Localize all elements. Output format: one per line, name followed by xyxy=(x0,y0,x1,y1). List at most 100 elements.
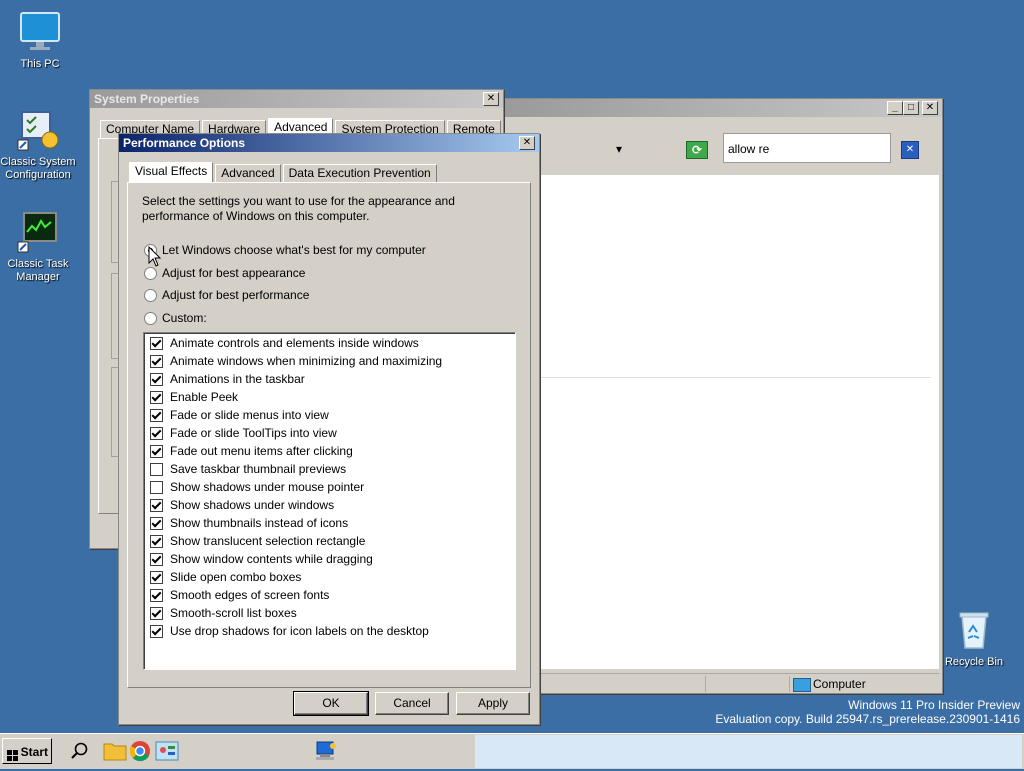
effect-label: Use drop shadows for icon labels on the … xyxy=(170,624,429,638)
effect-enable-peek[interactable]: Enable Peek xyxy=(150,388,238,406)
checkbox[interactable] xyxy=(150,372,163,386)
checkbox[interactable] xyxy=(150,390,163,404)
effect-label: Show window contents while dragging xyxy=(170,552,373,566)
checkbox[interactable] xyxy=(150,606,163,620)
performance-tabs: Visual Effects Advanced Data Execution P… xyxy=(129,162,439,184)
checkbox[interactable] xyxy=(150,516,163,530)
explorer-window: _ □ ✕ ▾ ⟳ allow re ✕ Computer xyxy=(500,98,943,694)
effect-slide-combo-boxes[interactable]: Slide open combo boxes xyxy=(150,568,301,586)
tab-advanced[interactable]: Advanced xyxy=(215,164,281,182)
close-button[interactable]: ✕ xyxy=(483,92,499,106)
effect-label: Animate controls and elements inside win… xyxy=(170,336,419,350)
desktop-icon-this-pc[interactable]: This PC xyxy=(0,10,80,71)
effect-smooth-scroll[interactable]: Smooth-scroll list boxes xyxy=(150,604,297,622)
watermark-line-1: Windows 11 Pro Insider Preview xyxy=(848,698,1020,712)
checkbox[interactable] xyxy=(150,534,163,548)
effect-fade-menus[interactable]: Fade or slide menus into view xyxy=(150,406,329,424)
checkbox[interactable] xyxy=(150,570,163,584)
checkbox[interactable] xyxy=(150,462,163,476)
ok-button[interactable]: OK xyxy=(293,691,369,716)
effect-label: Show thumbnails instead of icons xyxy=(170,516,349,530)
explorer-content-area[interactable] xyxy=(537,175,939,669)
checkbox[interactable] xyxy=(150,408,163,422)
checkbox[interactable] xyxy=(150,498,163,512)
checkbox[interactable] xyxy=(150,588,163,602)
status-separator xyxy=(705,676,706,692)
system-properties-titlebar[interactable]: System Properties ✕ xyxy=(90,90,503,108)
radio-label: Custom: xyxy=(162,311,207,325)
checkbox[interactable] xyxy=(150,444,163,458)
effect-window-contents-dragging[interactable]: Show window contents while dragging xyxy=(150,550,373,568)
radio-best-appearance[interactable]: Adjust for best appearance xyxy=(144,265,305,281)
cancel-button[interactable]: Cancel xyxy=(375,692,449,715)
clear-search-button[interactable]: ✕ xyxy=(901,141,919,159)
effect-animate-controls[interactable]: Animate controls and elements inside win… xyxy=(150,334,419,352)
status-location: Computer xyxy=(813,677,866,691)
effect-taskbar-thumbnails[interactable]: Save taskbar thumbnail previews xyxy=(150,460,346,478)
watermark-line-2: Evaluation copy. Build 25947.rs_prerelea… xyxy=(715,712,1020,726)
window-title: Performance Options xyxy=(123,136,246,150)
effect-animate-windows[interactable]: Animate windows when minimizing and maxi… xyxy=(150,352,442,370)
system-properties-taskbar-icon[interactable] xyxy=(314,740,338,762)
checkbox[interactable] xyxy=(150,552,163,566)
desktop-icon-label: Recycle Bin xyxy=(944,656,1004,668)
apply-button[interactable]: Apply xyxy=(456,692,530,715)
desktop-icon-classic-system-configuration[interactable]: Classic System Configuration xyxy=(0,108,78,182)
checkbox[interactable] xyxy=(150,354,163,368)
search-input-value: allow re xyxy=(728,142,770,156)
radio-button[interactable] xyxy=(144,266,157,280)
refresh-button[interactable]: ⟳ xyxy=(686,141,708,159)
checkbox[interactable] xyxy=(150,426,163,440)
checkbox[interactable] xyxy=(150,336,163,350)
computer-icon xyxy=(793,678,811,692)
windows-logo-icon xyxy=(7,745,19,761)
radio-label: Adjust for best performance xyxy=(162,288,310,302)
radio-button[interactable] xyxy=(144,311,157,325)
effect-label: Slide open combo boxes xyxy=(170,570,302,584)
search-icon[interactable] xyxy=(70,741,90,761)
close-button[interactable]: ✕ xyxy=(519,136,535,150)
tab-data-execution-prevention[interactable]: Data Execution Prevention xyxy=(282,164,437,182)
recycle-bin-icon xyxy=(952,608,996,652)
effect-icon-label-shadows[interactable]: Use drop shadows for icon labels on the … xyxy=(150,622,429,640)
perf-description: Select the settings you want to use for … xyxy=(142,194,455,223)
effect-translucent-selection[interactable]: Show translucent selection rectangle xyxy=(150,532,365,550)
effect-window-shadows[interactable]: Show shadows under windows xyxy=(150,496,334,514)
effect-pointer-shadows[interactable]: Show shadows under mouse pointer xyxy=(150,478,364,496)
file-explorer-icon[interactable] xyxy=(103,741,127,761)
tab-visual-effects[interactable]: Visual Effects xyxy=(129,162,214,182)
explorer-titlebar[interactable]: _ □ ✕ xyxy=(501,99,942,117)
radio-label: Let Windows choose what's best for my co… xyxy=(162,243,426,257)
desktop-icon-classic-task-manager[interactable]: Classic Task Manager xyxy=(0,210,78,284)
control-panel-icon[interactable] xyxy=(155,741,179,761)
effect-fade-menu-items[interactable]: Fade out menu items after clicking xyxy=(150,442,353,460)
radio-best-performance[interactable]: Adjust for best performance xyxy=(144,287,309,303)
desktop-icon-label: This PC xyxy=(20,58,60,70)
effect-taskbar-animations[interactable]: Animations in the taskbar xyxy=(150,370,305,388)
radio-custom[interactable]: Custom: xyxy=(144,310,207,326)
monitor-icon xyxy=(18,10,62,54)
close-icon: ✕ xyxy=(905,144,915,155)
checkbox[interactable] xyxy=(150,624,163,638)
effect-fade-tooltips[interactable]: Fade or slide ToolTips into view xyxy=(150,424,337,442)
effect-smooth-fonts[interactable]: Smooth edges of screen fonts xyxy=(150,586,329,604)
minimize-button[interactable]: _ xyxy=(887,101,903,115)
effect-label: Show shadows under windows xyxy=(170,498,335,512)
chrome-icon[interactable] xyxy=(129,740,151,762)
window-title: System Properties xyxy=(94,92,200,106)
maximize-button[interactable]: □ xyxy=(903,101,919,115)
start-button[interactable]: Start xyxy=(2,738,52,764)
checkbox[interactable] xyxy=(150,480,163,494)
effect-thumbnails[interactable]: Show thumbnails instead of icons xyxy=(150,514,348,532)
radio-let-windows-choose[interactable]: Let Windows choose what's best for my co… xyxy=(144,242,426,258)
search-input[interactable]: allow re xyxy=(723,133,891,163)
effect-label: Show translucent selection rectangle xyxy=(170,534,366,548)
effect-label: Fade or slide menus into view xyxy=(170,408,329,422)
mouse-pointer-icon xyxy=(148,246,162,267)
desktop-icon-recycle-bin[interactable]: Recycle Bin xyxy=(934,608,1014,669)
address-dropdown[interactable]: ▾ xyxy=(609,142,629,158)
performance-options-titlebar[interactable]: Performance Options ✕ xyxy=(119,134,539,152)
radio-button[interactable] xyxy=(144,288,157,302)
close-button[interactable]: ✕ xyxy=(922,101,938,115)
visual-effects-list[interactable]: Animate controls and elements inside win… xyxy=(143,332,516,670)
